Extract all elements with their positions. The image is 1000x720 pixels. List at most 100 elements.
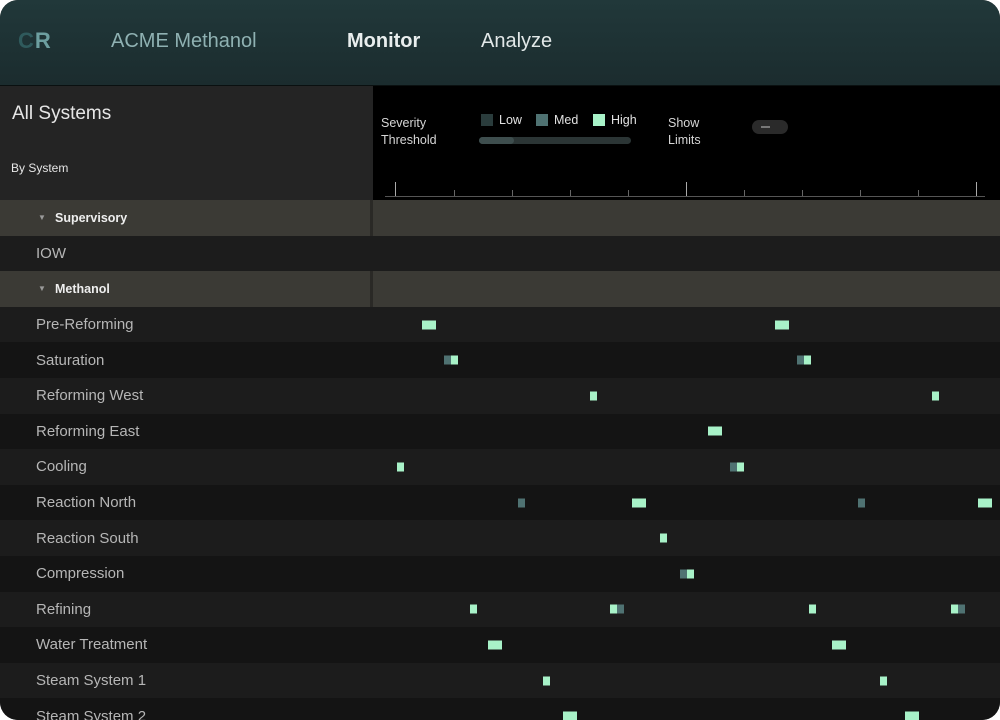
legend-med-label: Med bbox=[554, 113, 579, 127]
alarm-event-marker[interactable] bbox=[809, 604, 817, 614]
system-row-reforming-east[interactable]: Reforming East bbox=[0, 413, 1000, 450]
alarm-event-marker[interactable] bbox=[977, 498, 985, 508]
system-label: Saturation bbox=[0, 342, 373, 378]
row-label-text: Methanol bbox=[55, 281, 110, 296]
logo[interactable]: CR bbox=[18, 28, 52, 54]
system-label: Water Treatment bbox=[0, 627, 373, 663]
row-label-text: IOW bbox=[36, 244, 66, 262]
alarm-event-marker[interactable] bbox=[443, 355, 451, 365]
event-lane bbox=[373, 484, 1000, 521]
alarm-event-marker[interactable] bbox=[680, 569, 688, 579]
alarm-event-marker[interactable] bbox=[880, 676, 888, 686]
row-label-text: Compression bbox=[36, 565, 125, 583]
show-limits-line1: Show bbox=[668, 116, 700, 130]
logo-letter-c: C bbox=[18, 28, 35, 53]
system-row-reforming-west[interactable]: Reforming West bbox=[0, 378, 1000, 414]
event-lane bbox=[373, 413, 1000, 450]
alarm-event-marker[interactable] bbox=[905, 711, 913, 720]
alarm-event-marker[interactable] bbox=[774, 320, 782, 330]
alarm-event-marker[interactable] bbox=[495, 640, 502, 650]
alarm-event-marker[interactable] bbox=[569, 711, 577, 720]
axis-tick bbox=[860, 190, 861, 196]
systems-title: All Systems bbox=[12, 103, 112, 124]
legend-high: High bbox=[593, 113, 637, 127]
alarm-event-marker[interactable] bbox=[715, 426, 723, 436]
alarm-event-marker[interactable] bbox=[957, 604, 965, 614]
alarm-event-marker[interactable] bbox=[542, 676, 550, 686]
legend-low: Low bbox=[481, 113, 522, 127]
alarm-event-marker[interactable] bbox=[729, 462, 737, 472]
show-limits-toggle[interactable] bbox=[752, 120, 788, 134]
collapse-caret-icon[interactable]: ▼ bbox=[38, 284, 46, 293]
alarm-event-marker[interactable] bbox=[429, 320, 437, 330]
alarm-event-marker[interactable] bbox=[857, 498, 865, 508]
alarm-event-marker[interactable] bbox=[488, 640, 495, 650]
system-row-steam-system-2[interactable]: Steam System 2 bbox=[0, 698, 1000, 720]
alarm-event-marker[interactable] bbox=[396, 462, 404, 472]
system-label: Refining bbox=[0, 591, 373, 628]
collapse-caret-icon[interactable]: ▼ bbox=[38, 213, 46, 222]
group-row-methanol[interactable]: ▼ Methanol bbox=[0, 271, 1000, 307]
alarm-event-marker[interactable] bbox=[984, 498, 992, 508]
system-row-steam-system-1[interactable]: Steam System 1 bbox=[0, 662, 1000, 699]
alarm-event-marker[interactable] bbox=[562, 711, 570, 720]
alarm-event-marker[interactable] bbox=[912, 711, 920, 720]
alarm-event-marker[interactable] bbox=[617, 604, 625, 614]
system-row-saturation[interactable]: Saturation bbox=[0, 342, 1000, 378]
severity-threshold-slider[interactable] bbox=[479, 137, 631, 144]
axis-tick bbox=[918, 190, 919, 196]
alarm-event-marker[interactable] bbox=[796, 355, 804, 365]
alarm-event-marker[interactable] bbox=[589, 391, 597, 401]
legend-med: Med bbox=[536, 113, 578, 127]
event-lane bbox=[373, 627, 1000, 663]
system-row-reaction-north[interactable]: Reaction North bbox=[0, 484, 1000, 521]
alarm-event-marker[interactable] bbox=[736, 462, 744, 472]
group-row-supervisory[interactable]: ▼ Supervisory bbox=[0, 200, 1000, 236]
system-row-compression[interactable]: Compression bbox=[0, 556, 1000, 592]
system-row-refining[interactable]: Refining bbox=[0, 591, 1000, 628]
alarm-event-marker[interactable] bbox=[931, 391, 939, 401]
event-lane bbox=[373, 698, 1000, 720]
severity-label-line2: Threshold bbox=[381, 133, 437, 147]
system-label: Reaction North bbox=[0, 484, 373, 521]
alarm-event-marker[interactable] bbox=[610, 604, 618, 614]
row-label-text: Supervisory bbox=[55, 210, 128, 225]
system-row-pre-reforming[interactable]: Pre-Reforming bbox=[0, 306, 1000, 343]
alarm-event-marker[interactable] bbox=[687, 569, 695, 579]
system-row-cooling[interactable]: Cooling bbox=[0, 449, 1000, 485]
alarm-event-marker[interactable] bbox=[450, 355, 458, 365]
nav-tab-monitor[interactable]: Monitor bbox=[347, 30, 420, 53]
alarm-event-marker[interactable] bbox=[950, 604, 958, 614]
top-navigation-bar: CR ACME Methanol Monitor Analyze bbox=[0, 0, 1000, 86]
row-label-text: Water Treatment bbox=[36, 636, 148, 654]
alarm-event-marker[interactable] bbox=[638, 498, 646, 508]
alarm-event-marker[interactable] bbox=[422, 320, 430, 330]
event-lane bbox=[373, 200, 1000, 236]
legend-high-label: High bbox=[611, 113, 637, 127]
alarm-event-marker[interactable] bbox=[470, 604, 478, 614]
system-row-water-treatment[interactable]: Water Treatment bbox=[0, 627, 1000, 663]
timeline-controls: Severity Threshold Low Med High Show Lim… bbox=[373, 86, 1000, 200]
alarm-event-marker[interactable] bbox=[517, 498, 525, 508]
alarm-event-marker[interactable] bbox=[839, 640, 847, 650]
alarm-event-marker[interactable] bbox=[631, 498, 639, 508]
alarm-event-marker[interactable] bbox=[708, 426, 716, 436]
nav-tab-analyze[interactable]: Analyze bbox=[481, 30, 552, 53]
event-lane bbox=[373, 306, 1000, 343]
axis-tick-major bbox=[686, 182, 687, 196]
axis-tick bbox=[744, 190, 745, 196]
system-label: Compression bbox=[0, 556, 373, 592]
system-row-reaction-south[interactable]: Reaction South bbox=[0, 520, 1000, 556]
show-limits-line2: Limits bbox=[668, 133, 701, 147]
show-limits-label: Show Limits bbox=[668, 115, 701, 149]
axis-tick bbox=[628, 190, 629, 196]
row-label-text: Refining bbox=[36, 600, 92, 618]
alarm-event-marker[interactable] bbox=[803, 355, 811, 365]
event-lane bbox=[373, 520, 1000, 556]
system-row-iow[interactable]: IOW bbox=[0, 235, 1000, 272]
alarm-event-marker[interactable] bbox=[660, 533, 668, 543]
row-label-text: Steam System 2 bbox=[36, 707, 147, 720]
alarm-event-marker[interactable] bbox=[832, 640, 840, 650]
group-by-selector[interactable]: By System bbox=[11, 161, 68, 175]
alarm-event-marker[interactable] bbox=[781, 320, 789, 330]
